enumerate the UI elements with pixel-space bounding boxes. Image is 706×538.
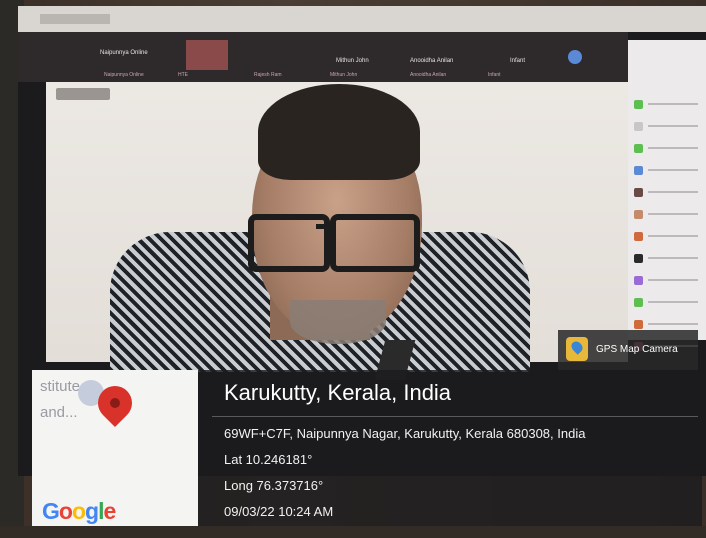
chat-avatar-icon: [634, 100, 643, 109]
gps-app-name: GPS Map Camera: [596, 344, 678, 355]
glasses-bridge: [316, 224, 336, 229]
window-titlebar: [18, 6, 706, 32]
map-label: stitute: [40, 378, 81, 395]
tab-placeholder[interactable]: [40, 14, 110, 24]
chat-message[interactable]: [634, 230, 700, 242]
chat-avatar-icon: [634, 144, 643, 153]
chat-text-line: [648, 169, 698, 171]
chat-avatar-icon: [634, 276, 643, 285]
glasses-lens-right: [330, 214, 420, 272]
datetime-text: 09/03/22 10:24 AM: [224, 504, 334, 519]
chat-message[interactable]: [634, 164, 700, 176]
chat-text-line: [648, 191, 698, 193]
map-pin-hole: [110, 398, 120, 408]
divider: [212, 416, 698, 417]
participant-tag: HTE: [178, 72, 188, 78]
chat-avatar-icon: [634, 188, 643, 197]
gps-app-badge: GPS Map Camera: [558, 330, 698, 370]
chat-text-line: [648, 235, 698, 237]
google-logo-letter: G: [42, 498, 60, 524]
google-logo-letter: o: [71, 498, 86, 524]
glasses-lens-left: [248, 214, 330, 272]
chat-message[interactable]: [634, 318, 700, 330]
chat-message[interactable]: [634, 98, 700, 110]
longitude-text: Long 76.373716°: [224, 478, 324, 493]
participant-tag: Anooidha Anilan: [410, 72, 447, 78]
video-label: [56, 88, 110, 100]
participant-tag: Infant: [488, 72, 501, 78]
map-label: and...: [40, 404, 78, 421]
chat-text-line: [648, 301, 698, 303]
google-logo-letter: g: [85, 498, 99, 524]
desk-surface: [0, 526, 706, 538]
participant-bar: Naipunnya Online Mithun John Anooidha An…: [18, 32, 628, 82]
location-info-panel: Karukutty, Kerala, India 69WF+C7F, Naipu…: [198, 370, 702, 526]
google-logo-letter: o: [58, 498, 73, 524]
map-thumbnail: stitute and... Google: [32, 370, 198, 538]
location-title: Karukutty, Kerala, India: [224, 380, 452, 405]
photo-scene: Naipunnya Online Mithun John Anooidha An…: [0, 0, 706, 538]
chat-avatar-icon: [634, 122, 643, 131]
chat-text-line: [648, 213, 698, 215]
chat-message[interactable]: [634, 252, 700, 264]
google-logo: Google: [42, 498, 116, 525]
chat-avatar-icon: [634, 232, 643, 241]
chat-message[interactable]: [634, 296, 700, 308]
chat-avatar-icon: [634, 254, 643, 263]
beard: [290, 300, 386, 344]
participant-name: Infant: [510, 58, 526, 64]
participant-tag: Naipunnya Online: [104, 72, 144, 78]
chat-avatar-icon: [634, 210, 643, 219]
chat-sidebar: [628, 40, 706, 351]
chat-text-line: [648, 147, 698, 149]
chat-message[interactable]: [634, 208, 700, 220]
chat-message[interactable]: [634, 186, 700, 198]
chat-text-line: [648, 125, 698, 127]
participant-name: Naipunnya Online: [100, 50, 148, 56]
chat-text-line: [648, 103, 698, 105]
participant-thumbnail[interactable]: [186, 40, 228, 70]
chat-text-line: [648, 279, 698, 281]
participant-tag: Rajesh Ram: [254, 72, 282, 78]
chat-avatar-icon: [634, 166, 643, 175]
avatar[interactable]: [568, 50, 582, 64]
chat-message[interactable]: [634, 142, 700, 154]
chat-message[interactable]: [634, 274, 700, 286]
participant-name: Anooidha Anilan: [410, 58, 454, 64]
address-text: 69WF+C7F, Naipunnya Nagar, Karukutty, Ke…: [224, 426, 586, 441]
google-logo-letter: e: [103, 498, 116, 524]
participant-name: Mithun John: [336, 58, 369, 64]
chat-message[interactable]: [634, 120, 700, 132]
chat-avatar-icon: [634, 298, 643, 307]
gps-map-camera-icon: [566, 337, 588, 361]
participant-tag: Mithun John: [330, 72, 358, 78]
hair: [258, 84, 420, 180]
chat-text-line: [648, 323, 698, 325]
chat-avatar-icon: [634, 320, 643, 329]
chat-text-line: [648, 257, 698, 259]
latitude-text: Lat 10.246181°: [224, 452, 313, 467]
